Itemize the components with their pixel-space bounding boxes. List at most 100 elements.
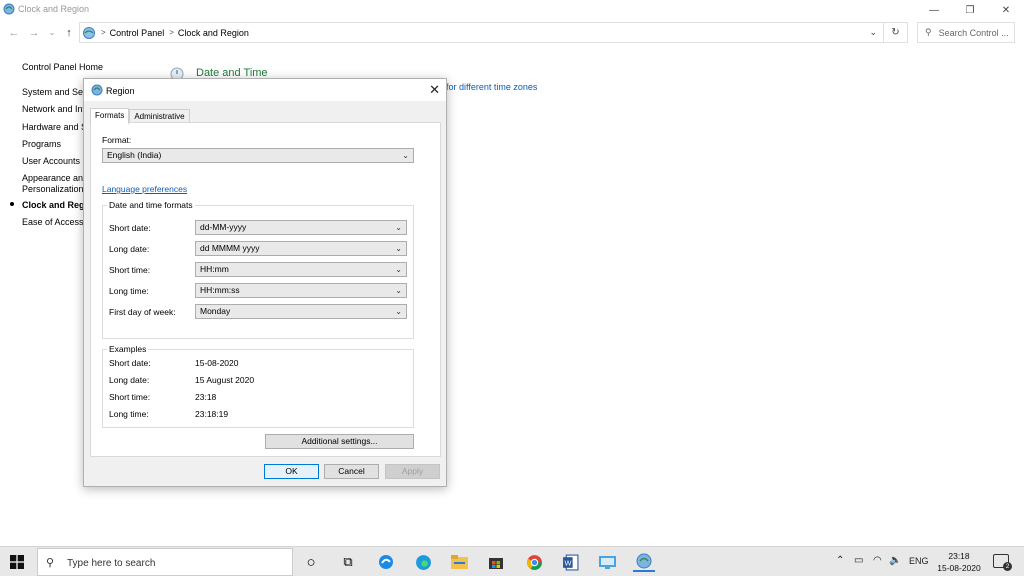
- example-short-time-value: 23:18: [195, 392, 217, 402]
- chevron-down-icon: ⌄: [402, 151, 409, 160]
- windows-start-icon[interactable]: [10, 555, 24, 569]
- date-time-formats-group: Date and time formats Short date: dd-MM-…: [102, 200, 414, 339]
- show-hidden-icons[interactable]: ⌃: [836, 555, 844, 566]
- cancel-button[interactable]: Cancel: [324, 464, 379, 479]
- chevron-down-icon: ⌄: [395, 307, 402, 316]
- nav-personalization[interactable]: Personalization: [22, 184, 84, 194]
- maximize-button[interactable]: ❐: [952, 0, 988, 20]
- chevron-down-icon: ⌄: [395, 223, 402, 232]
- chevron-down-icon: ⌄: [395, 286, 402, 295]
- breadcrumb-separator-icon: >: [101, 28, 106, 37]
- examples-group: Examples Short date: 15-08-2020 Long dat…: [102, 344, 414, 428]
- short-date-select[interactable]: dd-MM-yyyy ⌄: [195, 220, 407, 235]
- example-short-time-label: Short time:: [109, 392, 151, 402]
- store-icon[interactable]: [486, 552, 506, 572]
- date-time-formats-title: Date and time formats: [107, 200, 195, 210]
- search-placeholder: Search Control ...: [938, 27, 1009, 38]
- first-day-of-week-select[interactable]: Monday ⌄: [195, 304, 407, 319]
- first-day-of-week-value: Monday: [200, 306, 231, 316]
- close-button[interactable]: ✕: [988, 0, 1024, 20]
- window-titlebar: Clock and Region — ❐ ✕: [0, 0, 1024, 20]
- nav-network-and-internet[interactable]: Network and Int: [22, 104, 85, 114]
- dialog-tabs: Formats Administrative: [90, 108, 190, 124]
- additional-settings-button[interactable]: Additional settings...: [265, 434, 414, 449]
- recent-locations-button[interactable]: ⌄: [44, 25, 60, 41]
- tab-formats[interactable]: Formats: [90, 108, 130, 124]
- address-field[interactable]: > Control Panel > Clock and Region ⌄: [79, 22, 884, 43]
- long-date-label: Long date:: [109, 244, 150, 254]
- nav-user-accounts[interactable]: User Accounts: [22, 156, 80, 166]
- file-explorer-icon[interactable]: [449, 552, 469, 572]
- refresh-button[interactable]: ↻: [884, 22, 908, 43]
- volume-icon[interactable]: 🔈: [889, 555, 901, 566]
- search-icon: ⚲: [46, 557, 55, 569]
- apply-button[interactable]: Apply: [385, 464, 440, 479]
- nav-clock-and-region[interactable]: Clock and Regio: [22, 200, 93, 210]
- clock-time: 23:18: [948, 551, 970, 561]
- tab-administrative[interactable]: Administrative: [129, 109, 190, 123]
- chrome-icon[interactable]: [524, 552, 544, 572]
- example-short-date-value: 15-08-2020: [195, 358, 239, 368]
- edge-legacy-icon[interactable]: [376, 552, 396, 572]
- nav-appearance[interactable]: Appearance and: [22, 173, 88, 183]
- edge-icon[interactable]: [413, 552, 433, 572]
- control-panel-taskbar-icon[interactable]: [633, 552, 655, 572]
- nav-hardware-and-sound[interactable]: Hardware and S: [22, 122, 87, 132]
- nav-control-panel-home[interactable]: Control Panel Home: [22, 62, 103, 72]
- long-time-label: Long time:: [109, 286, 149, 296]
- nav-ease-of-access[interactable]: Ease of Access: [22, 217, 84, 227]
- taskbar: ⚲ Type here to search ○ ⧉ W ⌃ ▭ ◠ 🔈 ENG …: [0, 546, 1024, 576]
- breadcrumb-clock-and-region[interactable]: Clock and Region: [178, 28, 249, 38]
- window-title: Clock and Region: [18, 4, 90, 14]
- long-date-select[interactable]: dd MMMM yyyy ⌄: [195, 241, 407, 256]
- language-preferences-link[interactable]: Language preferences: [102, 184, 187, 194]
- long-time-select[interactable]: HH:mm:ss ⌄: [195, 283, 407, 298]
- network-icon[interactable]: ◠: [873, 555, 882, 566]
- control-panel-icon: [83, 26, 95, 39]
- clock-date: 15-08-2020: [937, 563, 981, 573]
- chevron-down-icon: ⌄: [395, 244, 402, 253]
- taskbar-search-placeholder: Type here to search: [67, 558, 156, 569]
- example-long-date-label: Long date:: [109, 375, 150, 385]
- address-dropdown-icon[interactable]: ⌄: [869, 27, 877, 38]
- long-date-value: dd MMMM yyyy: [200, 243, 260, 253]
- notification-count: 2: [1003, 562, 1012, 571]
- breadcrumb-control-panel[interactable]: Control Panel: [110, 28, 165, 38]
- time-zones-link[interactable]: for different time zones: [446, 82, 537, 92]
- cortana-icon[interactable]: ○: [301, 552, 321, 572]
- dialog-close-icon[interactable]: ✕: [429, 82, 440, 98]
- format-value: English (India): [107, 150, 162, 160]
- long-time-value: HH:mm:ss: [200, 285, 240, 295]
- back-button[interactable]: ←: [6, 25, 22, 41]
- chevron-down-icon: ⌄: [395, 265, 402, 274]
- region-globe-icon: [91, 84, 103, 96]
- forward-button[interactable]: →: [26, 25, 42, 41]
- example-long-time-label: Long time:: [109, 409, 149, 419]
- minimize-button[interactable]: —: [916, 0, 952, 20]
- language-indicator[interactable]: ENG: [909, 556, 929, 566]
- search-input[interactable]: ⚲ Search Control ...: [917, 22, 1015, 43]
- taskbar-clock[interactable]: 23:18 15-08-2020: [935, 550, 983, 574]
- first-day-of-week-label: First day of week:: [109, 307, 176, 317]
- short-time-select[interactable]: HH:mm ⌄: [195, 262, 407, 277]
- active-nav-bullet-icon: [10, 202, 14, 206]
- format-label: Format:: [102, 135, 132, 145]
- short-date-label: Short date:: [109, 223, 151, 233]
- up-button[interactable]: ↑: [61, 25, 77, 41]
- short-time-label: Short time:: [109, 265, 151, 275]
- nav-programs[interactable]: Programs: [22, 139, 61, 149]
- remote-desktop-icon[interactable]: [597, 552, 617, 572]
- battery-icon[interactable]: ▭: [854, 555, 863, 566]
- taskbar-search-input[interactable]: ⚲ Type here to search: [37, 548, 293, 576]
- word-icon[interactable]: W: [560, 552, 580, 572]
- task-view-icon[interactable]: ⧉: [338, 552, 358, 572]
- nav-system-and-security[interactable]: System and Sec: [22, 87, 88, 97]
- svg-text:W: W: [564, 558, 571, 567]
- dialog-title: Region: [106, 86, 135, 96]
- breadcrumb-separator-icon: >: [169, 28, 174, 37]
- notification-icon[interactable]: 2: [993, 554, 1012, 571]
- format-select[interactable]: English (India) ⌄: [102, 148, 414, 163]
- ok-button[interactable]: OK: [264, 464, 319, 479]
- region-dialog: Region ✕ Formats Administrative Format: …: [83, 78, 447, 487]
- dialog-titlebar: Region ✕: [84, 79, 446, 101]
